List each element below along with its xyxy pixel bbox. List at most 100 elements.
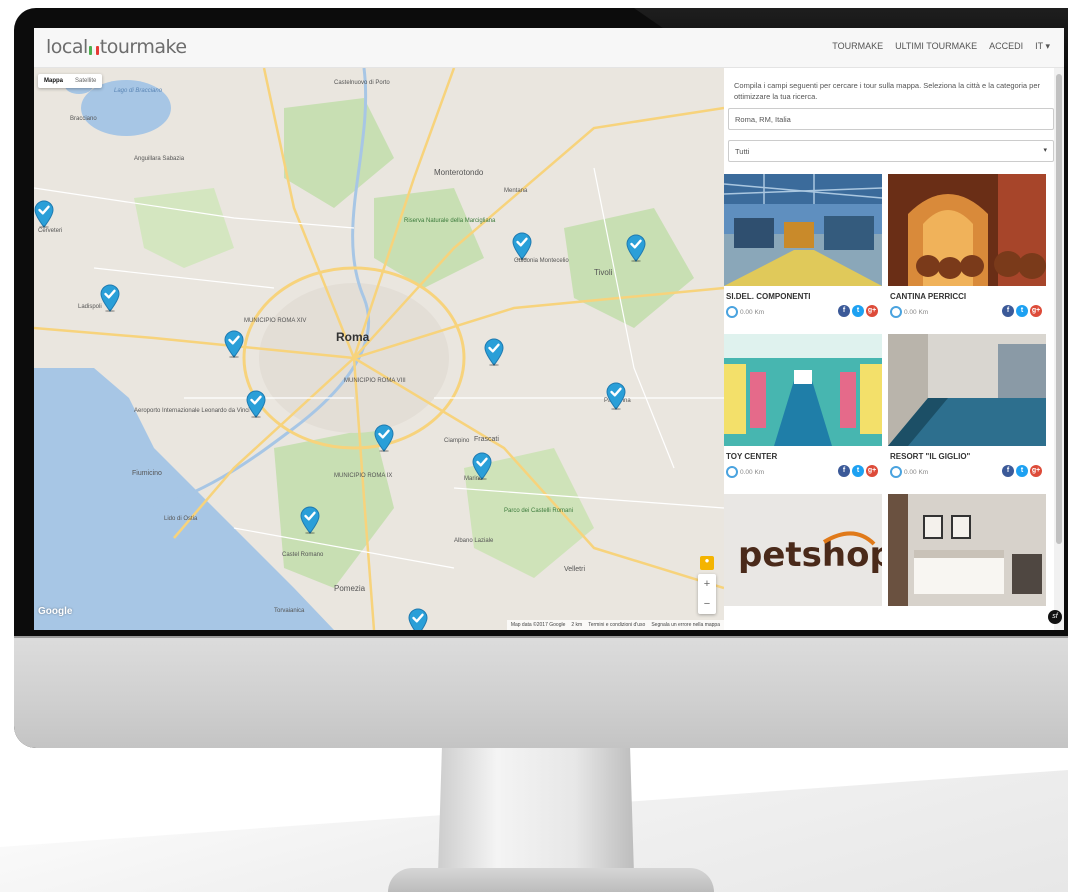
twitter-icon[interactable]: t xyxy=(852,465,864,477)
map-attribution: Map data ©2017 Google 2 km Termini e con… xyxy=(506,620,724,630)
facebook-icon[interactable]: f xyxy=(838,465,850,477)
distance-value: 0.00 Km xyxy=(904,468,929,476)
facebook-icon[interactable]: f xyxy=(1002,305,1014,317)
logo-text-left: local xyxy=(46,36,88,58)
map-canvas xyxy=(34,68,724,630)
top-navbar: local tourmake TOURMAKE ULTIMI TOURMAKE … xyxy=(34,28,1064,68)
card-image-toy-store[interactable] xyxy=(724,334,882,446)
map-data-credit: Map data ©2017 Google xyxy=(510,622,566,628)
google-plus-icon[interactable]: g+ xyxy=(866,465,878,477)
map-terms-link[interactable]: Termini e condizioni d'uso xyxy=(588,622,645,628)
map-pin-icon[interactable] xyxy=(300,506,320,534)
share-buttons: f t g+ xyxy=(838,305,878,317)
map-pin-icon[interactable] xyxy=(246,390,266,418)
map-scale: 2 km xyxy=(571,622,583,628)
card-title[interactable]: TOY CENTER xyxy=(726,452,777,461)
bedroom-photo xyxy=(888,494,1046,606)
distance-icon xyxy=(726,306,738,318)
language-dropdown[interactable]: IT ▾ xyxy=(1035,41,1050,52)
google-plus-icon[interactable]: g+ xyxy=(1030,305,1042,317)
map-pin-icon[interactable] xyxy=(34,200,54,228)
tour-card-toy-center[interactable]: TOY CENTER 0.00 Km f t g+ xyxy=(724,334,882,494)
card-image-bedroom[interactable] xyxy=(888,494,1046,606)
map-report-link[interactable]: Segnala un errore nella mappa xyxy=(651,622,720,628)
location-input[interactable]: Roma, RM, Italia xyxy=(728,108,1054,130)
symfony-toolbar-icon[interactable]: sf xyxy=(1048,610,1062,624)
logo-text-right: tourmake xyxy=(99,36,187,58)
twitter-icon[interactable]: t xyxy=(852,305,864,317)
map-pin-icon[interactable] xyxy=(512,232,532,260)
monitor-stand-base xyxy=(388,868,714,892)
chevron-down-icon: ▾ xyxy=(1043,147,1047,154)
map-label-pomezia: Pomezia xyxy=(334,584,366,593)
search-instructions: Compila i campi seguenti per cercare i t… xyxy=(734,81,1040,101)
nav-menu: TOURMAKE ULTIMI TOURMAKE ACCEDI IT ▾ xyxy=(832,41,1050,52)
map-pin-icon[interactable] xyxy=(606,382,626,410)
distance-value: 0.00 Km xyxy=(740,308,765,316)
scrollbar-thumb[interactable] xyxy=(1056,74,1062,544)
map-pin-icon[interactable] xyxy=(626,234,646,262)
map-label-municipio-xiv: MUNICIPIO ROMA XIV xyxy=(244,318,307,324)
tour-card-hotel-room[interactable] xyxy=(888,494,1046,630)
share-buttons: f t g+ xyxy=(1002,305,1042,317)
card-title[interactable]: CANTINA PERRICCI xyxy=(890,292,966,301)
map-label-ladispoli: Ladispoli xyxy=(78,304,102,310)
nav-accedi[interactable]: ACCEDI xyxy=(989,41,1023,52)
park-west xyxy=(134,188,234,268)
google-logo[interactable]: Google xyxy=(38,606,72,617)
pool-photo xyxy=(888,334,1046,446)
twitter-icon[interactable]: t xyxy=(1016,305,1028,317)
zoom-out-button[interactable]: − xyxy=(704,598,710,610)
twitter-icon[interactable]: t xyxy=(1016,465,1028,477)
park-decima xyxy=(274,428,394,588)
map-label-cerveteri: Cerveteri xyxy=(38,228,63,234)
distance-icon xyxy=(890,466,902,478)
browser-screen: local tourmake TOURMAKE ULTIMI TOURMAKE … xyxy=(34,28,1064,630)
map-label-aeroporto: Aeroporto Internazionale Leonardo da Vin… xyxy=(134,408,250,414)
share-buttons: f t g+ xyxy=(1002,465,1042,477)
tour-card-cantina[interactable]: CANTINA PERRICCI 0.00 Km f t g+ xyxy=(888,174,1046,334)
site-logo[interactable]: local tourmake xyxy=(46,36,187,58)
tour-card-sidel[interactable]: SI.DEL. COMPONENTI 0.00 Km f t g+ xyxy=(724,174,882,334)
card-image-pool[interactable] xyxy=(888,334,1046,446)
card-title[interactable]: RESORT "IL GIGLIO" xyxy=(890,452,970,461)
card-distance: 0.00 Km xyxy=(726,466,764,478)
category-value: Tutti xyxy=(735,147,750,156)
card-title[interactable]: SI.DEL. COMPONENTI xyxy=(726,292,810,301)
map-type-satellite[interactable]: Satellite xyxy=(69,74,102,88)
zoom-in-button[interactable]: + xyxy=(704,578,710,590)
nav-ultimi-tourmake[interactable]: ULTIMI TOURMAKE xyxy=(895,41,977,52)
category-select[interactable]: Tutti ▾ xyxy=(728,140,1054,162)
map-pin-icon[interactable] xyxy=(224,330,244,358)
card-image-factory[interactable] xyxy=(724,174,882,286)
facebook-icon[interactable]: f xyxy=(838,305,850,317)
street-view-pegman-icon[interactable]: ● xyxy=(700,556,714,570)
google-plus-icon[interactable]: g+ xyxy=(866,305,878,317)
map-pin-icon[interactable] xyxy=(408,608,428,630)
location-value: Roma, RM, Italia xyxy=(735,115,791,124)
nav-tourmake[interactable]: TOURMAKE xyxy=(832,41,883,52)
card-distance: 0.00 Km xyxy=(726,306,764,318)
sidebar-scrollbar[interactable] xyxy=(1054,68,1064,630)
google-plus-icon[interactable]: g+ xyxy=(1030,465,1042,477)
map-pin-icon[interactable] xyxy=(484,338,504,366)
park-lucretili xyxy=(564,208,694,328)
map-type-mappa[interactable]: Mappa xyxy=(38,74,69,88)
map-pin-icon[interactable] xyxy=(472,452,492,480)
facebook-icon[interactable]: f xyxy=(1002,465,1014,477)
cellar-photo xyxy=(888,174,1046,286)
map-pin-icon[interactable] xyxy=(374,424,394,452)
map-label-roma: Roma xyxy=(336,330,370,344)
search-sidebar: Compila i campi seguenti per cercare i t… xyxy=(724,68,1054,630)
distance-value: 0.00 Km xyxy=(904,308,929,316)
tour-map[interactable]: Roma Lago di Bracciano Bracciano Anguill… xyxy=(34,68,724,630)
park-veio xyxy=(284,98,394,208)
card-image-cellar[interactable] xyxy=(888,174,1046,286)
map-label-ciampino: Ciampino xyxy=(444,438,470,444)
map-pin-icon[interactable] xyxy=(100,284,120,312)
map-label-marcigliana: Riserva Naturale della Marcigliana xyxy=(404,218,496,224)
map-label-frascati: Frascati xyxy=(474,436,499,443)
tour-card-resort[interactable]: RESORT "IL GIGLIO" 0.00 Km f t g+ xyxy=(888,334,1046,494)
card-image-petshop[interactable]: petshop xyxy=(724,494,882,606)
tour-card-petshop[interactable]: petshop xyxy=(724,494,882,630)
